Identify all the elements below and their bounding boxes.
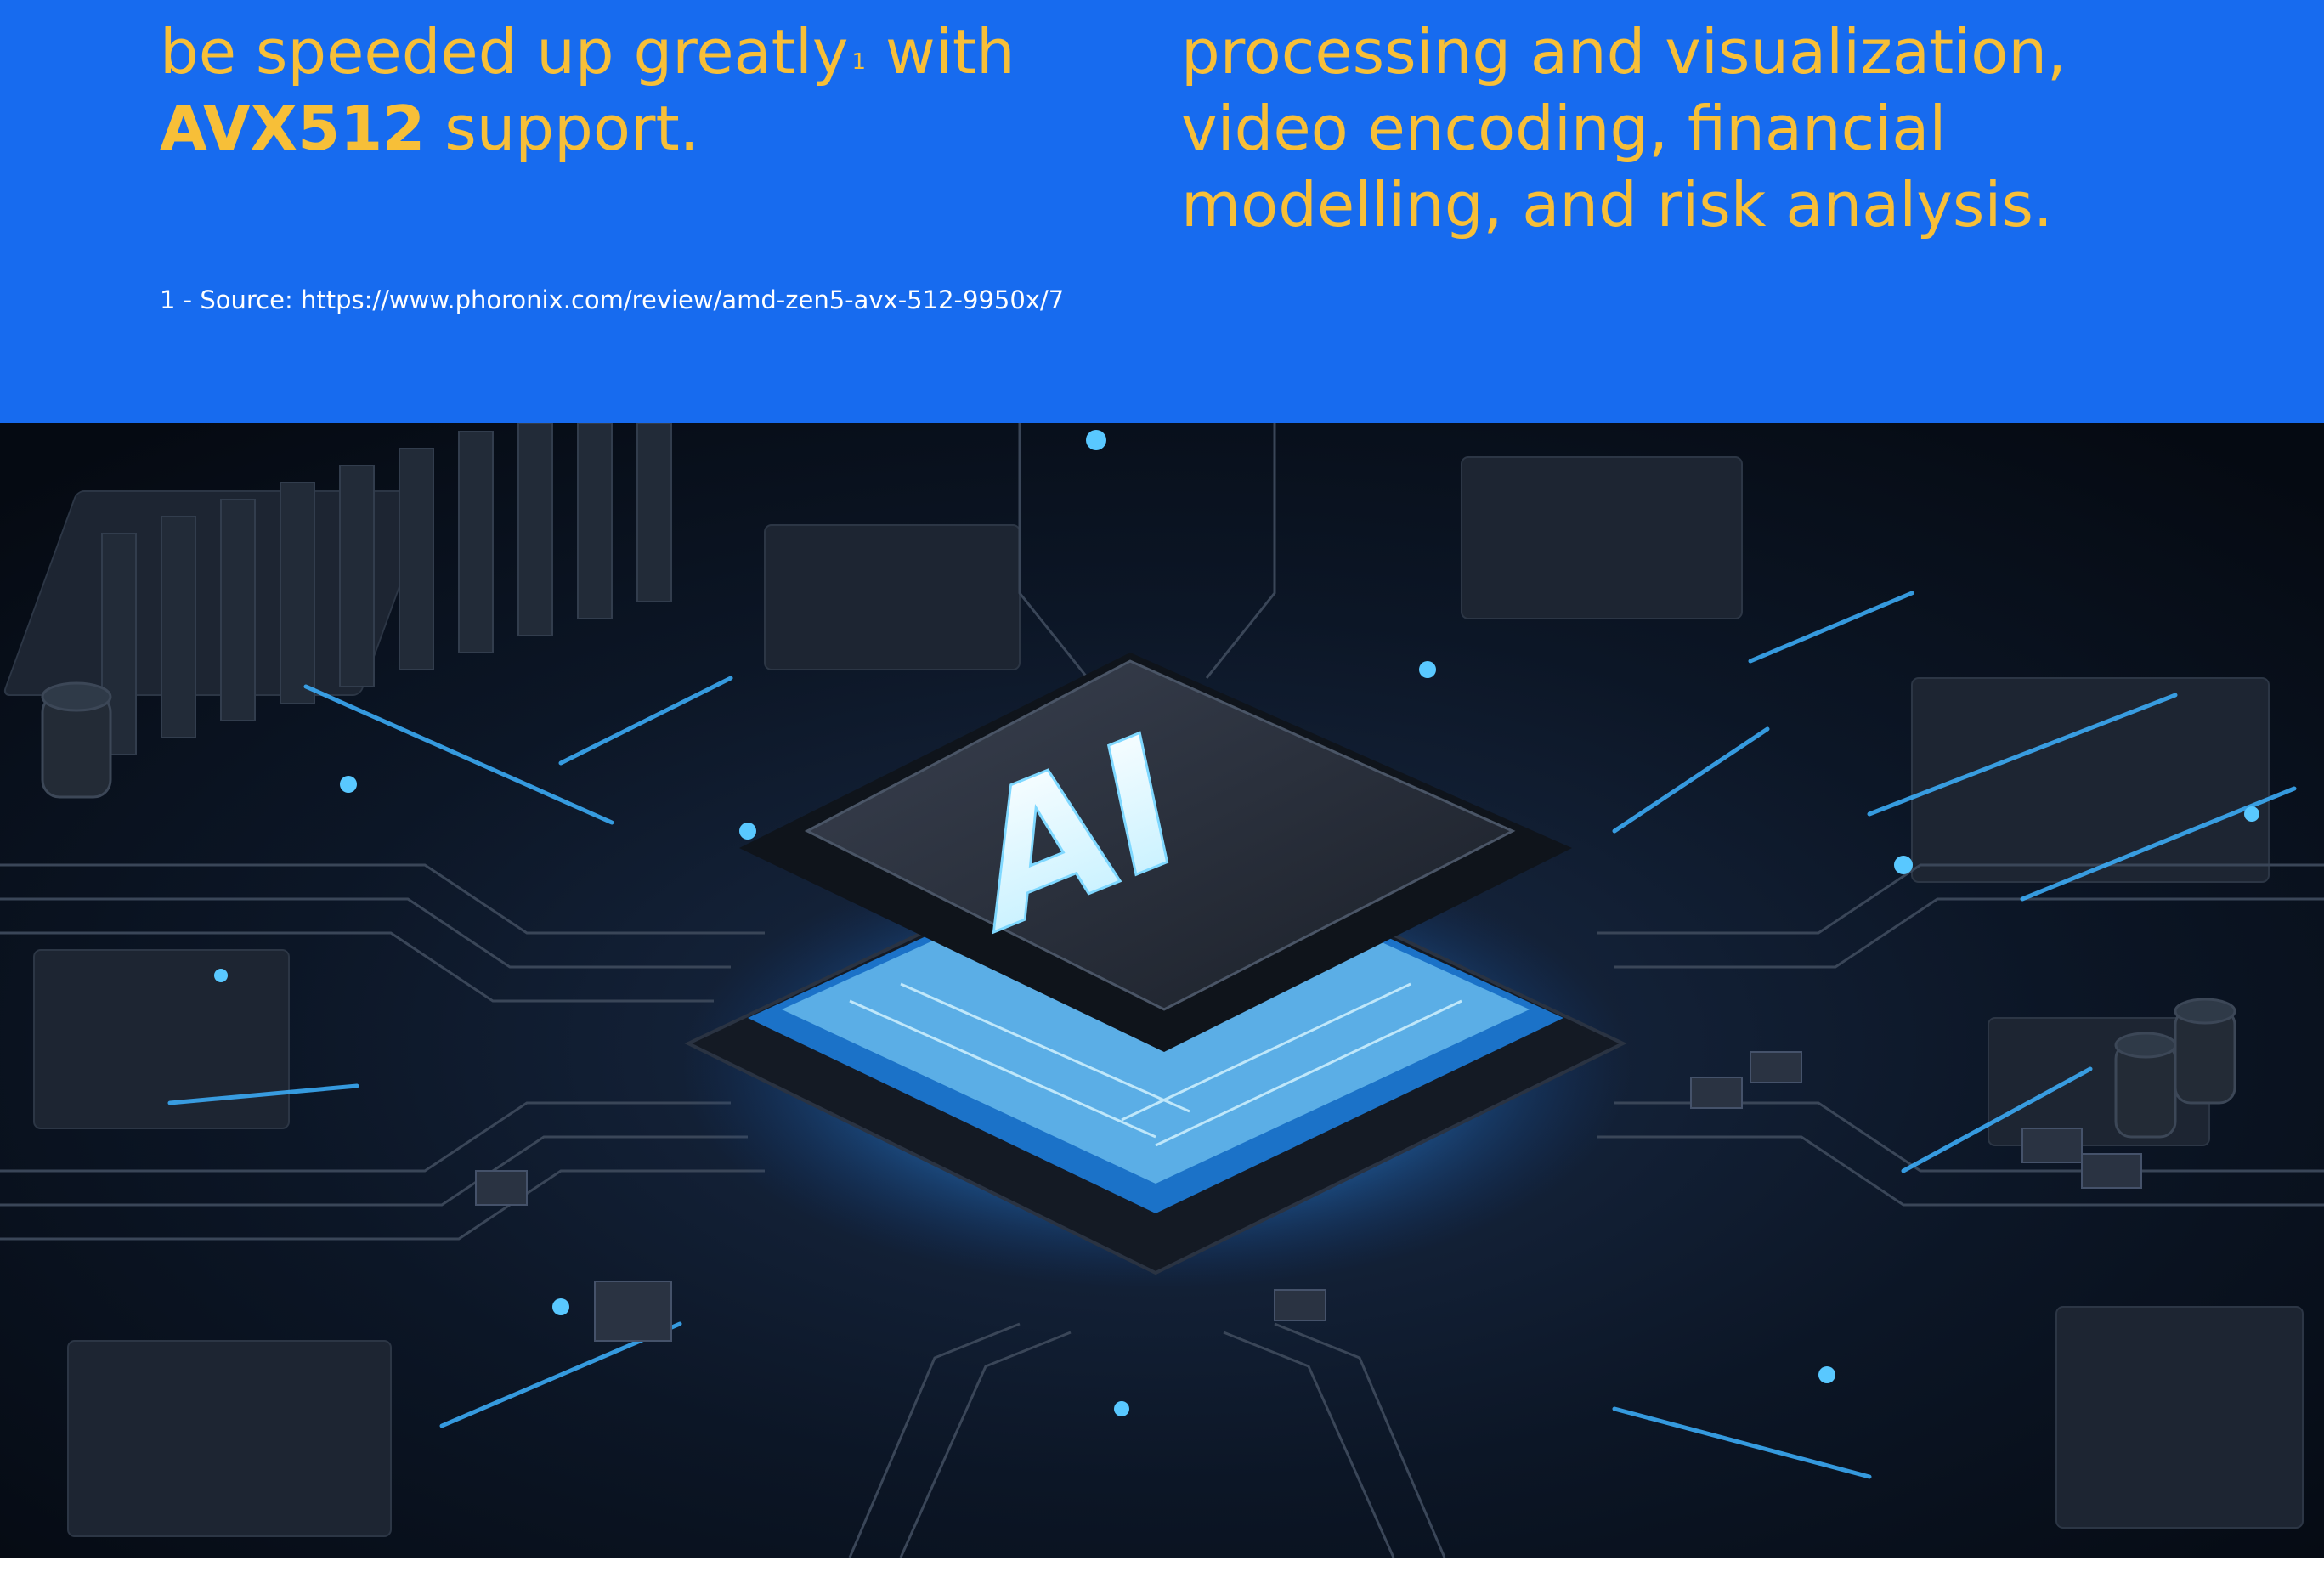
source-footnote: 1 - Source: https://www.phoronix.com/rev…: [160, 286, 1065, 314]
right-line-2: video encoding, financial: [1181, 93, 1947, 164]
left-headline: be speeded up greatly 1 with AVX512 suppo…: [160, 14, 1015, 167]
left-line-2: AVX512 support.: [160, 90, 1015, 167]
left-line-1-suffix: with: [866, 16, 1015, 88]
left-line-2-suffix: support.: [425, 93, 699, 164]
footnote-marker[interactable]: 1: [852, 49, 867, 75]
ai-chip-hero-image: AI: [0, 423, 2324, 1558]
blue-header-band: be speeded up greatly 1 with AVX512 suppo…: [0, 0, 2324, 423]
circuit-board-illustration: AI: [0, 423, 2324, 1558]
right-headline: processing and visualization, video enco…: [1181, 14, 2067, 243]
left-line-1-text: be speeded up greatly: [160, 16, 849, 88]
left-line-1: be speeded up greatly 1 with: [160, 14, 1015, 90]
avx512-term: AVX512: [160, 93, 426, 164]
right-line-1: processing and visualization,: [1181, 16, 2067, 88]
right-line-3: modelling, and risk analysis.: [1181, 169, 2053, 240]
